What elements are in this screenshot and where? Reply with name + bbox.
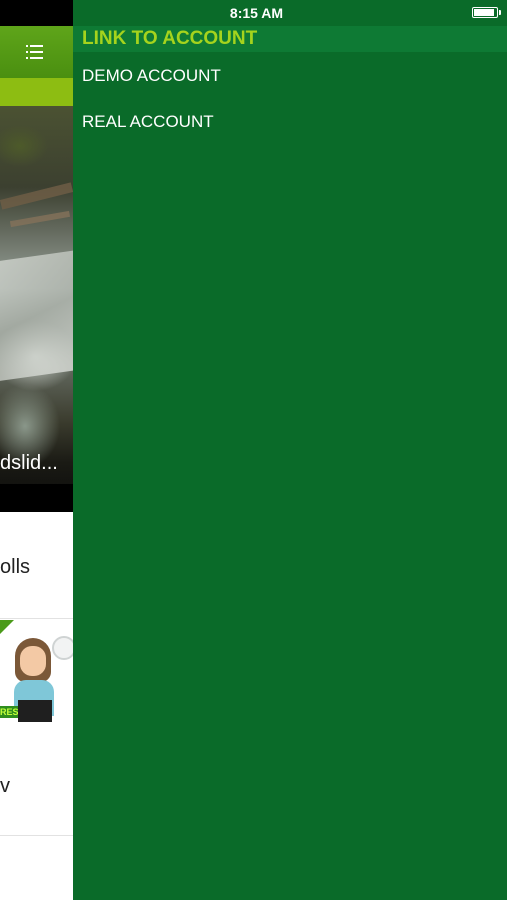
photo-rubble — [0, 250, 73, 382]
background-sub-bar — [0, 78, 73, 106]
menu-item-real-account[interactable]: REAL ACCOUNT — [82, 112, 214, 132]
illustration-person-face — [20, 646, 46, 676]
illustration-tag: RES — [0, 706, 18, 718]
battery-tip — [499, 10, 501, 15]
laptop-icon — [18, 700, 52, 722]
drawer-title: LINK TO ACCOUNT — [82, 28, 258, 49]
battery-icon — [472, 7, 498, 18]
menu-item-demo-account[interactable]: DEMO ACCOUNT — [82, 66, 221, 86]
corner-ribbon — [0, 620, 14, 634]
side-menu-drawer: LINK TO ACCOUNT DEMO ACCOUNT REAL ACCOUN… — [73, 26, 507, 900]
list-item[interactable]: v — [0, 775, 73, 798]
background-nav-bar — [0, 26, 73, 78]
photo-shadow — [0, 484, 73, 512]
status-time: 8:15 AM — [229, 5, 284, 21]
background-app: dslid... olls RES v — [0, 0, 73, 900]
battery-level — [474, 9, 494, 16]
list-item[interactable]: olls — [0, 556, 73, 579]
background-status-bar — [0, 0, 73, 26]
photo-debris — [0, 182, 73, 210]
divider — [0, 835, 73, 836]
speech-bubble-icon — [52, 636, 73, 660]
status-bar: 8:15 AM — [73, 0, 507, 26]
news-photo[interactable]: dslid... — [0, 106, 73, 512]
article-illustration[interactable]: RES — [0, 620, 73, 726]
photo-debris — [9, 210, 71, 228]
hamburger-menu-icon[interactable] — [26, 45, 44, 59]
divider — [0, 618, 73, 619]
drawer-header: LINK TO ACCOUNT — [73, 26, 507, 52]
photo-caption: dslid... — [0, 452, 58, 474]
